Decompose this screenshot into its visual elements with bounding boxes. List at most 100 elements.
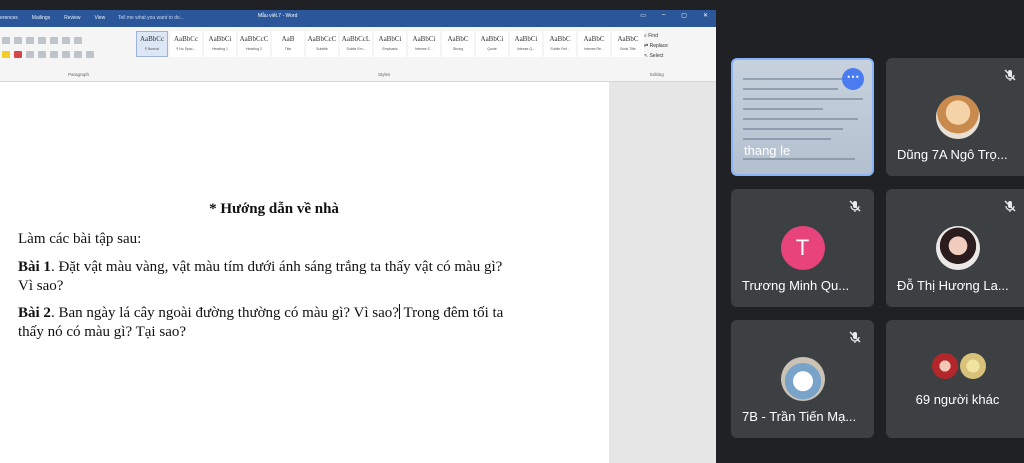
style-sample: AaBbCi <box>208 35 232 43</box>
tab-review[interactable]: Review <box>64 15 80 21</box>
others-count-label: 69 người khác <box>915 392 1000 407</box>
style-sample: AaBbCc <box>139 35 165 43</box>
find-button[interactable]: ⌕ Find <box>644 31 668 41</box>
style-name: Book Title <box>620 47 636 51</box>
align-right-icon[interactable] <box>50 51 58 58</box>
avatar <box>935 95 980 139</box>
tab-view[interactable]: View <box>95 15 106 21</box>
style-item[interactable]: AaBbCc ¶ No Spac... <box>170 31 202 57</box>
style-item[interactable]: AaBbCc ¶ Normal <box>136 31 168 57</box>
highlight-icon[interactable] <box>2 51 10 58</box>
style-item[interactable]: AaBbC Book Title <box>612 31 644 57</box>
style-item[interactable]: AaBbCi Intense E... <box>408 31 440 57</box>
style-sample: AaBbCcC <box>307 35 337 43</box>
style-item[interactable]: AaBbCcC Subtitle <box>306 31 338 57</box>
shading-icon[interactable] <box>86 51 94 58</box>
more-options-button[interactable]: ⋯ <box>842 68 864 90</box>
style-name: Subtle Ref... <box>550 47 570 51</box>
close-icon[interactable]: ✕ <box>703 12 708 19</box>
style-name: Heading 2 <box>246 47 262 51</box>
avatar <box>935 226 980 270</box>
participant-tile-5[interactable]: 7B - Trần Tiến Mạ... <box>731 320 874 438</box>
tab-references[interactable]: erences <box>0 15 18 21</box>
others-tile[interactable]: 69 người khác <box>886 320 1024 438</box>
editing-group-label: Editing <box>650 72 664 77</box>
q2-text-a: . Ban ngày lá cây ngoài đường thường có … <box>50 305 399 321</box>
select-button[interactable]: ↖ Select <box>644 51 668 61</box>
participant-tile-screen[interactable]: ⋯ thang le <box>731 58 874 176</box>
line-spacing-icon[interactable] <box>74 51 82 58</box>
style-name: Quote <box>487 47 497 51</box>
participant-tile-4[interactable]: Đỗ Thị Hương La... <box>886 189 1024 307</box>
ribbon-tabs: erences Mailings Review View <box>0 15 105 21</box>
q2-cont: thấy nó có màu gì? Tại sao? <box>18 324 187 340</box>
window-controls: ▭ – ▢ ✕ <box>640 12 708 19</box>
participant-name: Trương Minh Qu... <box>742 278 850 293</box>
ribbon: Paragraph AaBbCc ¶ Normal AaBbCc ¶ No Spac.… <box>0 27 716 82</box>
align-center-icon[interactable] <box>38 51 46 58</box>
doc-question-1: Bài 1. Đặt vật màu vàng, vật màu tím dướ… <box>18 258 528 296</box>
style-item[interactable]: AaBbCi Intense Q... <box>510 31 542 57</box>
q2-text-b: Trong đêm tối ta <box>399 305 504 321</box>
style-name: Intense Q... <box>516 47 536 51</box>
participant-name: 7B - Trần Tiến Mạ... <box>742 409 857 424</box>
style-sample: AaBbC <box>549 35 571 43</box>
numbering-icon[interactable] <box>26 37 34 44</box>
participant-tile-2[interactable]: Dũng 7A Ngô Trọ... <box>886 58 1024 176</box>
participant-tile-3[interactable]: T Trương Minh Qu... <box>731 189 874 307</box>
style-name: Emphasis <box>382 47 398 51</box>
ribbon-options-icon[interactable]: ▭ <box>640 12 646 19</box>
bullets-icon[interactable] <box>14 37 22 44</box>
style-item[interactable]: AaBbC Intense Re... <box>578 31 610 57</box>
replace-button[interactable]: ⇄ Replace <box>644 41 668 51</box>
q1-cont: Vì sao? <box>18 278 64 294</box>
avatar: T <box>780 226 825 270</box>
multilevel-icon[interactable] <box>38 37 46 44</box>
font-paragraph-group <box>0 33 132 77</box>
mic-off-icon <box>849 331 861 343</box>
indent-icon[interactable] <box>50 37 58 44</box>
tell-me-box[interactable]: Tell me what you want to do... <box>118 15 184 21</box>
style-item[interactable]: AaBbCi Emphasis <box>374 31 406 57</box>
document-page[interactable]: * Hướng dẫn về nhà Làm các bài tập sau: … <box>0 82 609 463</box>
style-sample: AaBbCi <box>412 35 436 43</box>
tab-mailings[interactable]: Mailings <box>32 15 50 21</box>
font-size-icon[interactable] <box>2 37 10 44</box>
screen: erences Mailings Review View Tell me wha… <box>0 0 1024 463</box>
style-name: ¶ Normal <box>144 47 160 51</box>
mic-off-icon <box>849 200 861 212</box>
avatar <box>932 353 958 379</box>
style-name: Subtle Em... <box>346 47 366 51</box>
maximize-icon[interactable]: ▢ <box>681 12 687 19</box>
document-title: Mẫu viết.7 - Word <box>258 13 298 19</box>
word-window: erences Mailings Review View Tell me wha… <box>0 10 716 463</box>
style-item[interactable]: AaBbCi Heading 1 <box>204 31 236 57</box>
align-left-icon[interactable] <box>26 51 34 58</box>
participant-name: Dũng 7A Ngô Trọ... <box>897 147 1008 162</box>
minimize-icon[interactable]: – <box>662 12 665 19</box>
style-item[interactable]: AaBbCcC Heading 2 <box>238 31 270 57</box>
avatar <box>780 357 825 401</box>
style-item[interactable]: AaBbC Strong <box>442 31 474 57</box>
style-name: Intense Re... <box>584 47 604 51</box>
style-name: Intense E... <box>415 47 433 51</box>
style-name: Title <box>284 47 292 51</box>
style-sample: AaBbCi <box>378 35 402 43</box>
sort-icon[interactable] <box>62 37 70 44</box>
mic-off-icon <box>1004 69 1016 81</box>
style-item[interactable]: AaBbC Subtle Ref... <box>544 31 576 57</box>
style-sample: AaB <box>281 35 295 43</box>
justify-icon[interactable] <box>62 51 70 58</box>
styles-gallery: AaBbCc ¶ Normal AaBbCc ¶ No Spac... AaBbCi He… <box>136 31 644 57</box>
q2-label: Bài 2 <box>18 305 51 321</box>
style-sample: AaBbC <box>447 35 469 43</box>
font-color-icon[interactable] <box>14 51 22 58</box>
style-item[interactable]: AaBbCcL Subtle Em... <box>340 31 372 57</box>
document-canvas: * Hướng dẫn về nhà Làm các bài tập sau: … <box>0 82 716 463</box>
q1-label: Bài 1 <box>18 259 51 275</box>
style-item[interactable]: AaBbCi Quote <box>476 31 508 57</box>
style-item[interactable]: AaB Title <box>272 31 304 57</box>
doc-heading: * Hướng dẫn về nhà <box>209 201 339 217</box>
style-name: Strong <box>452 47 464 51</box>
pilcrow-icon[interactable] <box>74 37 82 44</box>
